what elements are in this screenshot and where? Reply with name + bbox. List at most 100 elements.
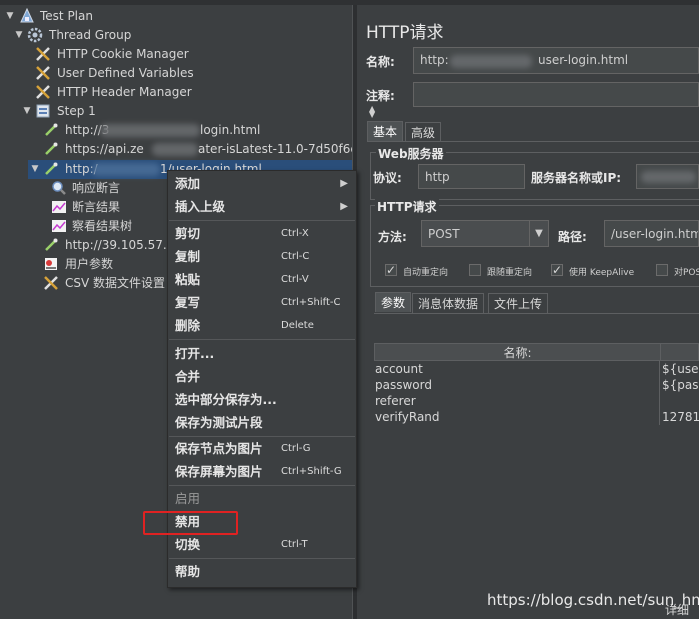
menu-item-paste[interactable]: 粘贴 Ctrl-V [168, 269, 356, 291]
param-value-cell[interactable]: ${usern [662, 361, 699, 377]
menu-item-label: 插入上级 [175, 199, 226, 214]
menu-item-add[interactable]: 添加 ▶ [168, 173, 356, 195]
expand-arrow-icon[interactable]: ▼ [5, 7, 15, 26]
column-divider [659, 361, 660, 425]
detail-button[interactable]: 详细 [665, 601, 689, 618]
redacted-text [152, 143, 198, 156]
http-request-title: HTTP请求 [375, 198, 439, 215]
tab-body-data[interactable]: 消息体数据 [412, 293, 485, 313]
tree-item-label: 察看结果树 [72, 219, 133, 233]
protocol-field[interactable]: http [418, 164, 525, 189]
tree-item-label-suffix: ater-isLatest-11.0-7d50f6e [198, 142, 358, 156]
collapse-toggle-icon[interactable]: ▲ ▼ [369, 105, 375, 119]
menu-item-toggle[interactable]: 切换 Ctrl-T [168, 534, 356, 556]
tab-advanced[interactable]: 高级 [405, 122, 442, 142]
menu-separator [169, 339, 355, 340]
menu-item-shortcut: Ctrl+Shift-C [281, 297, 341, 308]
server-label: 服务器名称或IP: [531, 171, 622, 185]
method-select[interactable]: POST ▼ [421, 220, 549, 247]
menu-item-label: 帮助 [175, 564, 201, 579]
menu-item-delete[interactable]: 删除 Delete [168, 315, 356, 337]
tab-parameters[interactable]: 参数 [375, 292, 412, 312]
menu-item-label: 合并 [175, 369, 201, 384]
redacted-text [92, 163, 160, 176]
pipette-icon [45, 123, 58, 136]
menu-item-shortcut: Ctrl-C [281, 251, 310, 262]
redacted-text [100, 124, 200, 137]
follow-redirect-checkbox[interactable] [469, 264, 481, 276]
param-name-cell[interactable]: referer [375, 393, 655, 409]
expand-arrow-icon[interactable]: ▼ [30, 160, 40, 179]
multipart-post-checkbox[interactable] [656, 264, 668, 276]
menu-item-save-screen-image[interactable]: 保存屏幕为图片 Ctrl+Shift-G [168, 461, 356, 483]
keepalive-checkbox[interactable]: ✓ [551, 264, 563, 276]
tree-item-label: Thread Group [49, 28, 132, 42]
menu-item-shortcut: Ctrl-G [281, 443, 311, 454]
comment-label: 注释: [366, 89, 395, 103]
submenu-arrow-icon: ▶ [340, 201, 348, 212]
protocol-label: 协议: [373, 171, 402, 185]
tab-file-upload[interactable]: 文件上传 [488, 293, 549, 313]
menu-item-shortcut: Ctrl-V [281, 274, 309, 285]
auto-redirect-label: 自动重定向 [403, 268, 449, 278]
pipette-icon [45, 142, 58, 155]
menu-item-shortcut: Ctrl-T [281, 539, 308, 550]
menu-item-enable: 启用 [168, 488, 356, 510]
tree-item-label: CSV 数据文件设置 [65, 276, 166, 290]
name-field-suffix: user-login.html [538, 53, 629, 67]
menu-item-save-node-image[interactable]: 保存节点为图片 Ctrl-G [168, 438, 356, 460]
menu-item-cut[interactable]: 剪切 Ctrl-X [168, 223, 356, 245]
menu-item-open[interactable]: 打开... [168, 343, 356, 365]
menu-item-label: 打开... [175, 346, 215, 361]
tree-item-label: 断言结果 [72, 200, 121, 214]
tree-item-label: https://api.ze [65, 142, 144, 156]
tree-item-label-suffix: login.html [200, 123, 261, 137]
tree-item-label: Test Plan [40, 9, 93, 23]
menu-item-insert-parent[interactable]: 插入上级 ▶ [168, 196, 356, 218]
pipette-icon [45, 162, 58, 175]
chevron-down-icon[interactable]: ▼ [529, 221, 548, 246]
checkmark-icon: ✓ [386, 263, 397, 277]
auto-redirect-checkbox[interactable]: ✓ [385, 264, 397, 276]
menu-item-save-selection-as[interactable]: 选中部分保存为... [168, 389, 356, 411]
panel-title: HTTP请求 [366, 23, 444, 43]
menu-item-copy[interactable]: 复制 Ctrl-C [168, 246, 356, 268]
param-name-cell[interactable]: verifyRand [375, 409, 655, 425]
menu-item-duplicate[interactable]: 复写 Ctrl+Shift-C [168, 292, 356, 314]
follow-redirect-label: 跟随重定向 [487, 268, 533, 278]
param-tab-divider [374, 313, 699, 314]
annotation-highlight-box [143, 511, 238, 535]
tab-basic[interactable]: 基本 [367, 121, 404, 141]
expand-arrow-icon[interactable]: ▼ [22, 102, 32, 121]
menu-item-merge[interactable]: 合并 [168, 366, 356, 388]
comment-field[interactable] [413, 82, 699, 107]
menu-item-label: 切换 [175, 537, 201, 552]
param-value-cell[interactable] [662, 393, 699, 409]
menu-separator [169, 485, 355, 486]
menu-item-help[interactable]: 帮助 [168, 561, 356, 583]
path-label: 路径: [558, 230, 587, 244]
tree-item-label: 用户参数 [65, 257, 114, 271]
menu-separator [169, 436, 355, 437]
param-name-cell[interactable]: password [375, 377, 655, 393]
magnifier-icon [52, 181, 66, 195]
param-value-cell[interactable]: 12781 [662, 409, 699, 425]
param-name-cell[interactable]: account [375, 361, 655, 377]
param-value-cell[interactable]: ${pass [662, 377, 699, 393]
menu-item-shortcut: Ctrl-X [281, 228, 309, 239]
method-label: 方法: [378, 230, 407, 244]
menu-item-save-as-test-fragment[interactable]: 保存为测试片段 [168, 412, 356, 434]
server-field[interactable] [636, 164, 699, 189]
menu-item-label: 粘贴 [175, 272, 201, 287]
name-field[interactable]: http: user-login.html [413, 47, 699, 74]
tree-item-label: HTTP Header Manager [57, 85, 192, 99]
redacted-text [641, 171, 696, 183]
menu-item-label: 删除 [175, 318, 201, 333]
menu-item-shortcut: Delete [281, 320, 314, 331]
test-plan-icon [20, 8, 34, 23]
table-header-value[interactable] [660, 343, 699, 361]
table-header-name[interactable]: 名称: [374, 343, 661, 361]
path-field[interactable]: /user-login.html [604, 220, 699, 247]
expand-arrow-icon[interactable]: ▼ [14, 26, 24, 45]
controller-icon [36, 104, 50, 118]
